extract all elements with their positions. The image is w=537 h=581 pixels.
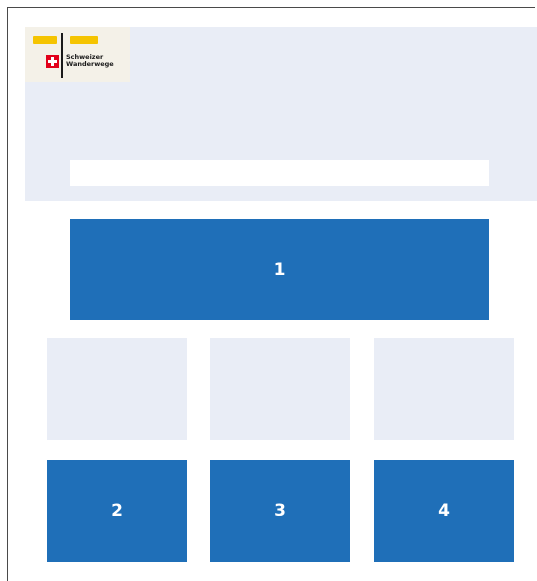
tile-3-button[interactable]: 3 bbox=[210, 460, 350, 562]
signpost-arm-right-icon bbox=[70, 36, 98, 44]
logo-text: Schweizer Wanderwege bbox=[66, 54, 114, 68]
placeholder-tile-left bbox=[47, 338, 187, 440]
tile-1-button[interactable]: 1 bbox=[70, 219, 489, 320]
tile-4-label: 4 bbox=[438, 501, 450, 521]
tile-2-button[interactable]: 2 bbox=[47, 460, 187, 562]
signpost-pole-icon bbox=[61, 33, 63, 78]
placeholder-tile-center bbox=[210, 338, 350, 440]
tile-2-label: 2 bbox=[111, 501, 123, 521]
signpost-arm-left-icon bbox=[33, 36, 57, 44]
tile-4-button[interactable]: 4 bbox=[374, 460, 514, 562]
tile-3-label: 3 bbox=[274, 501, 286, 521]
swiss-flag-icon bbox=[46, 55, 59, 68]
tile-1-label: 1 bbox=[273, 259, 286, 280]
placeholder-tile-right bbox=[374, 338, 514, 440]
search-input[interactable] bbox=[70, 160, 489, 186]
logo-text-line2: Wanderwege bbox=[66, 60, 114, 68]
schweizer-wanderwege-logo[interactable]: Schweizer Wanderwege bbox=[25, 27, 130, 82]
